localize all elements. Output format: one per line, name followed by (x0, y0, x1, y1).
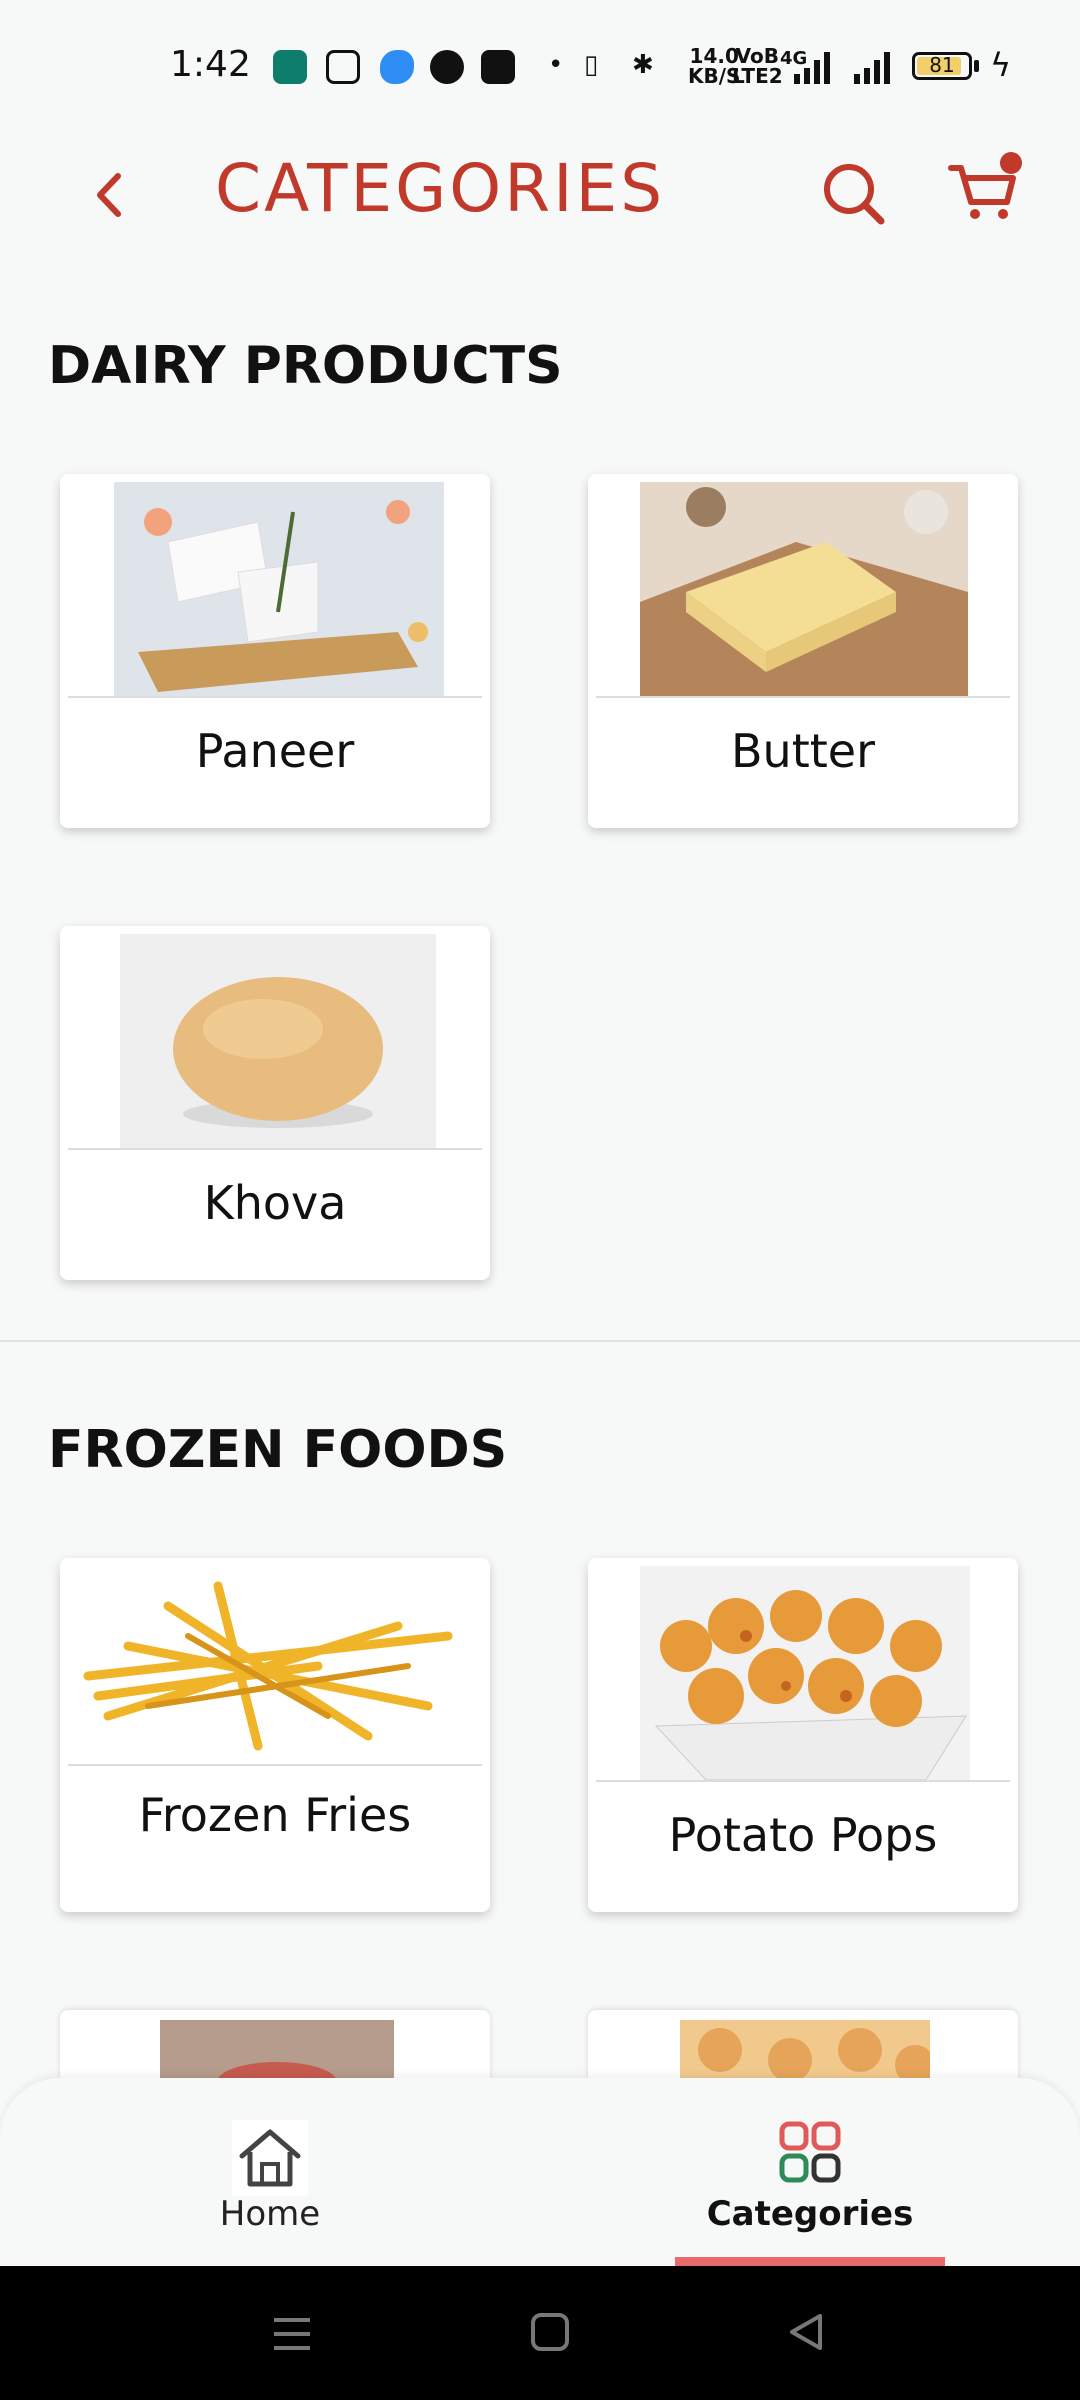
cart-badge (1000, 152, 1022, 174)
chevron-left-icon (97, 173, 121, 217)
category-card-butter[interactable]: Butter (588, 474, 1018, 828)
battery-icon: 81 (912, 52, 972, 80)
category-card-khova[interactable]: Khova (60, 926, 490, 1280)
system-navigation-bar (0, 2266, 1080, 2400)
card-divider (68, 696, 482, 698)
bluetooth-icon: ✱ (632, 50, 654, 80)
app-notification-icon (273, 50, 307, 84)
bottom-navigation: Home Categories (0, 2078, 1080, 2266)
category-card-paneer[interactable]: Paneer (60, 474, 490, 828)
nav-categories-label: Categories (706, 2194, 914, 2234)
app-bar: CATEGORIES (0, 120, 1080, 270)
back-triangle-icon[interactable] (786, 2312, 826, 2352)
amazon-notification-icon (481, 50, 515, 84)
search-button[interactable] (815, 155, 895, 235)
paneer-image (68, 482, 482, 696)
butter-image (596, 482, 1010, 696)
page-title: CATEGORIES (215, 150, 666, 227)
category-label: Frozen Fries (138, 1788, 412, 1842)
menu-icon[interactable] (270, 2314, 314, 2354)
section-divider (0, 1340, 1080, 1342)
signal-icon (794, 52, 830, 84)
grid-icon (779, 2121, 841, 2183)
potato-pops-image (596, 1566, 1010, 1780)
nav-home[interactable]: Home (0, 2078, 540, 2266)
fries-image (68, 1566, 482, 1764)
category-card-frozen-fries[interactable]: Frozen Fries (60, 1558, 490, 1912)
status-bar: 1:42 • ▯ ✱ 14.0 KB/S VoB LTE2 4G 81 ϟ (0, 0, 1080, 120)
dot-icon: • (548, 50, 564, 80)
category-label: Butter (731, 724, 875, 778)
vibrate-icon: ▯ (584, 50, 599, 80)
home-square-icon[interactable] (530, 2312, 570, 2352)
card-divider (596, 696, 1010, 698)
card-divider (596, 1780, 1010, 1782)
category-card-potato-pops[interactable]: Potato Pops (588, 1558, 1018, 1912)
status-time: 1:42 (170, 44, 251, 85)
nav-categories[interactable]: Categories (540, 2078, 1080, 2266)
volte-indicator: VoB LTE2 (732, 44, 783, 88)
signal-icon-2 (854, 52, 890, 84)
news-notification-icon (326, 50, 360, 84)
back-button[interactable] (80, 160, 140, 230)
section-title-dairy: DAIRY PRODUCTS (48, 336, 563, 396)
card-divider (68, 1148, 482, 1150)
charging-icon: ϟ (990, 46, 1012, 84)
battery-tip (974, 60, 979, 72)
section-title-frozen: FROZEN FOODS (48, 1420, 508, 1480)
link-notification-icon (430, 50, 464, 84)
active-tab-indicator (675, 2257, 945, 2266)
card-divider (68, 1764, 482, 1766)
cloud-notification-icon (380, 50, 414, 84)
search-icon (824, 164, 885, 225)
category-label: Paneer (195, 724, 355, 778)
category-label: Khova (203, 1176, 347, 1230)
home-icon (232, 2120, 308, 2196)
khova-image (68, 934, 482, 1148)
nav-home-label: Home (219, 2194, 321, 2234)
category-label: Potato Pops (668, 1808, 938, 1862)
